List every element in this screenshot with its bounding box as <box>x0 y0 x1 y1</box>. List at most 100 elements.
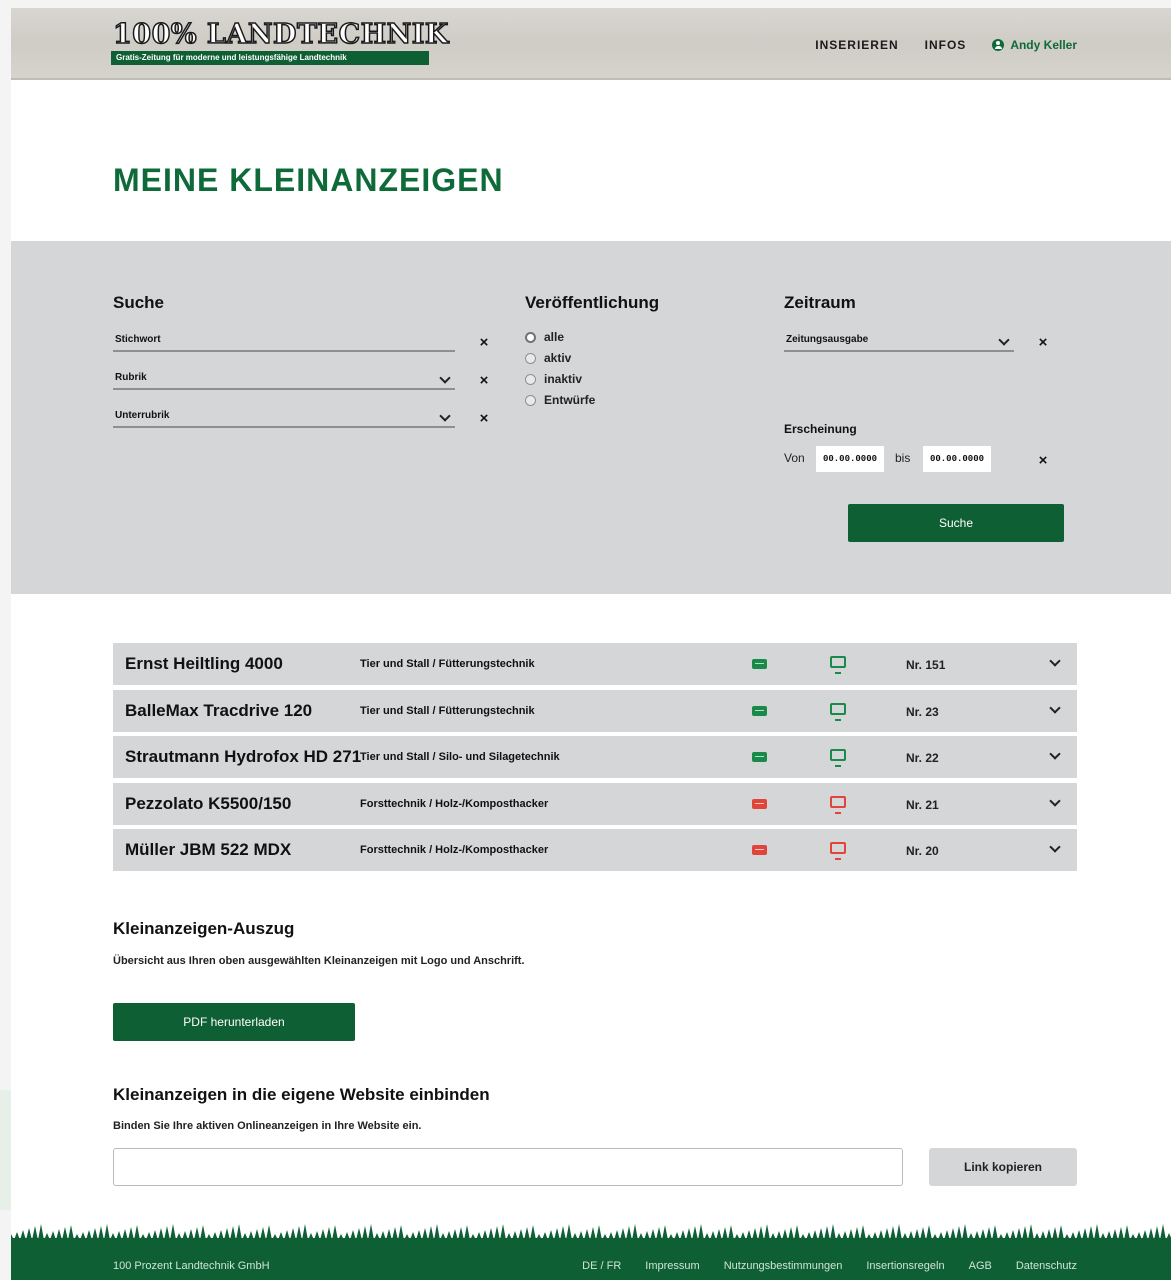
clear-keyword-icon[interactable]: × <box>477 335 491 350</box>
footer-link-privacy[interactable]: Datenschutz <box>1016 1260 1077 1272</box>
radio-active[interactable]: aktiv <box>525 351 571 365</box>
listing-row[interactable]: Pezzolato K5500/150 Forsttechnik / Holz-/… <box>113 782 1077 825</box>
logo-title: 100% LANDTECHNIK <box>112 19 449 51</box>
radio-label: Entwürfe <box>544 393 596 407</box>
copy-link-button[interactable]: Link kopieren <box>929 1148 1077 1186</box>
footer-links: DE / FR Impressum Nutzungsbestimmungen I… <box>582 1260 1077 1272</box>
clear-issue-icon[interactable]: × <box>1036 335 1050 350</box>
radio-label: aktiv <box>544 351 572 365</box>
header: 100% LANDTECHNIK Gratis-Zeitung für mode… <box>11 8 1171 80</box>
subcategory-select-value: Unterrubrik <box>115 410 170 421</box>
footer: 100 Prozent Landtechnik GmbH DE / FR Imp… <box>11 1238 1171 1280</box>
radio-button <box>525 373 536 385</box>
radio-button-checked <box>525 331 536 343</box>
listing-title[interactable]: Müller JBM 522 MDX <box>125 840 291 860</box>
category-select-value: Rubrik <box>115 372 147 383</box>
listing-category: Forsttechnik / Holz-/Komposthacker <box>360 844 549 856</box>
category-select[interactable]: Rubrik <box>113 368 455 390</box>
listing-title[interactable]: Strautmann Hydrofox HD 271 <box>125 747 361 767</box>
listing-title[interactable]: Ernst Heiltling 4000 <box>125 654 283 674</box>
main-nav: INSERIEREN INFOS Andy Keller <box>815 36 1077 54</box>
listing-number: Nr. 21 <box>906 797 939 812</box>
chevron-down-icon <box>998 334 1010 346</box>
radio-drafts[interactable]: Entwürfe <box>525 393 595 407</box>
period-heading: Zeitraum <box>784 293 856 312</box>
excerpt-title: Kleinanzeigen-Auszug <box>113 919 295 938</box>
radio-button <box>525 394 536 406</box>
monitor-icon <box>830 702 846 721</box>
listing-number: Nr. 22 <box>906 751 939 765</box>
footer-link-agb[interactable]: AGB <box>969 1260 992 1272</box>
radio-label: inaktiv <box>544 372 583 386</box>
date-range: Von 00.00.0000 bis 00.00.0000 <box>784 446 1074 472</box>
chevron-down-icon <box>439 410 451 422</box>
search-heading: Suche <box>113 293 165 312</box>
listing-number: Nr. 20 <box>906 844 939 858</box>
radio-label: alle <box>544 330 565 344</box>
listing-category: Tier und Stall / Silo- und Silagetechnik <box>360 751 560 763</box>
print-icon <box>752 752 767 762</box>
print-icon <box>752 705 767 716</box>
date-from-input[interactable]: 00.00.0000 <box>816 446 884 472</box>
listing-row[interactable]: Strautmann Hydrofox HD 271 Tier und Stall… <box>113 736 1077 778</box>
clear-subcategory-icon[interactable]: × <box>477 411 491 426</box>
keyword-input[interactable]: Stichwort <box>113 330 455 352</box>
footer-link-terms[interactable]: Nutzungsbestimmungen <box>724 1260 843 1272</box>
listing-row[interactable]: Ernst Heiltling 4000 Tier und Stall / Füt… <box>113 643 1077 685</box>
monitor-icon <box>830 749 846 767</box>
page: 100% LANDTECHNIK Gratis-Zeitung für mode… <box>11 8 1171 1280</box>
chevron-down-icon[interactable] <box>1049 655 1061 667</box>
appearance-heading: Erscheinung <box>784 422 857 436</box>
date-to-input[interactable]: 00.00.0000 <box>923 446 991 472</box>
chevron-down-icon[interactable] <box>1049 748 1061 760</box>
listing-title[interactable]: BalleMax Tracdrive 120 <box>125 701 312 721</box>
issue-select-value: Zeitungsausgabe <box>786 334 869 345</box>
listing-category: Tier und Stall / Fütterungstechnik <box>360 658 535 670</box>
logo-subtitle: Gratis-Zeitung für moderne und leistungs… <box>111 51 429 65</box>
user-name: Andy Keller <box>1010 38 1077 52</box>
monitor-icon <box>830 842 846 860</box>
publication-heading: Veröffentlichung <box>525 293 660 312</box>
print-icon <box>752 798 767 809</box>
chevron-down-icon[interactable] <box>1049 794 1061 807</box>
subcategory-select[interactable]: Unterrubrik <box>113 406 455 428</box>
grass-decoration <box>11 1224 1171 1240</box>
listing-number: Nr. 23 <box>906 704 939 719</box>
listing-category: Tier und Stall / Fütterungstechnik <box>360 704 535 717</box>
page-title: MEINE KLEINANZEIGEN <box>113 162 504 198</box>
nav-infos[interactable]: INFOS <box>925 38 967 52</box>
radio-button <box>525 352 536 364</box>
clear-date-icon[interactable]: × <box>1036 453 1050 468</box>
search-button[interactable]: Suche <box>848 504 1064 542</box>
radio-inactive[interactable]: inaktiv <box>525 372 582 386</box>
monitor-icon <box>830 795 846 814</box>
excerpt-text: Übersicht aus Ihren oben ausgewählten Kl… <box>113 955 525 967</box>
listing-number: Nr. 151 <box>906 658 946 672</box>
logo[interactable]: 100% LANDTECHNIK Gratis-Zeitung für mode… <box>111 19 449 66</box>
date-to-label: bis <box>895 451 911 465</box>
issue-select[interactable]: Zeitungsausgabe <box>784 330 1014 352</box>
clear-category-icon[interactable]: × <box>477 373 491 388</box>
monitor-icon <box>830 656 846 674</box>
chevron-down-icon[interactable] <box>1049 841 1061 853</box>
radio-all[interactable]: alle <box>525 330 564 344</box>
chevron-down-icon <box>439 372 451 384</box>
user-icon <box>992 39 1005 51</box>
print-icon <box>752 659 767 669</box>
footer-link-impressum[interactable]: Impressum <box>645 1260 699 1272</box>
embed-title: Kleinanzeigen in die eigene Website einb… <box>113 1085 490 1104</box>
embed-link-input[interactable] <box>113 1148 903 1186</box>
listing-row[interactable]: BalleMax Tracdrive 120 Tier und Stall / F… <box>113 689 1077 732</box>
listing-category: Forsttechnik / Holz-/Komposthacker <box>360 797 549 810</box>
footer-link-language[interactable]: DE / FR <box>582 1260 621 1272</box>
pdf-download-button[interactable]: PDF herunterladen <box>113 1003 355 1041</box>
embed-text: Binden Sie Ihre aktiven Onlineanzeigen i… <box>113 1120 422 1132</box>
print-icon <box>752 845 767 855</box>
listing-row[interactable]: Müller JBM 522 MDX Forsttechnik / Holz-/K… <box>113 829 1077 871</box>
listing-title[interactable]: Pezzolato K5500/150 <box>125 794 291 814</box>
chevron-down-icon[interactable] <box>1049 701 1061 714</box>
nav-user[interactable]: Andy Keller <box>992 38 1077 52</box>
nav-insert[interactable]: INSERIEREN <box>815 38 898 52</box>
date-from-label: Von <box>784 451 805 465</box>
footer-link-insertion-rules[interactable]: Insertionsregeln <box>866 1260 944 1272</box>
